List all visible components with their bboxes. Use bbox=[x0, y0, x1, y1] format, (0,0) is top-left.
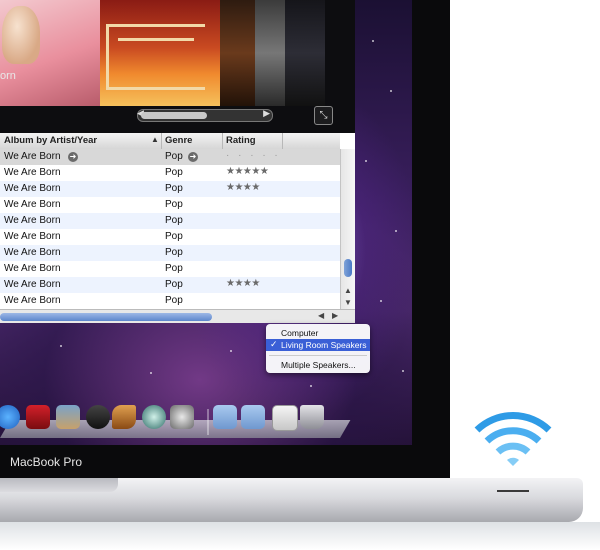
table-row[interactable]: We Are Born Pop bbox=[0, 229, 340, 245]
table-row[interactable]: We Are Born Pop bbox=[0, 293, 340, 309]
rating-cell[interactable]: ★★★★ bbox=[226, 278, 260, 289]
laptop-model-label: MacBook Pro bbox=[10, 455, 83, 469]
applications-folder-icon[interactable] bbox=[213, 405, 237, 429]
documents-folder-icon[interactable] bbox=[241, 405, 265, 429]
table-row[interactable]: We Are Born Pop bbox=[0, 245, 340, 261]
laptop-hinge bbox=[0, 478, 118, 492]
table-row[interactable]: We Are Born Pop ★★★★ bbox=[0, 277, 340, 293]
scroll-left-arrow-icon[interactable]: ◀ bbox=[318, 311, 324, 320]
genre-cell: Pop bbox=[165, 183, 183, 194]
fullscreen-icon: ⤡ bbox=[319, 110, 328, 121]
table-row[interactable]: We Are Born Pop ★★★★★ bbox=[0, 165, 340, 181]
scroll-up-arrow-icon[interactable]: ▲ bbox=[344, 286, 352, 295]
song-list-header: Album by Artist/Year ▲ Genre Rating bbox=[0, 133, 340, 150]
table-row[interactable]: We Are Born Pop ★★★★ bbox=[0, 181, 340, 197]
menu-separator bbox=[269, 355, 367, 356]
system-preferences-icon[interactable] bbox=[170, 405, 194, 429]
laptop-shadow bbox=[0, 522, 600, 550]
album-cell: We Are Born bbox=[4, 231, 61, 242]
scroll-down-arrow-icon[interactable]: ▼ bbox=[344, 298, 352, 307]
horizontal-scroll-thumb[interactable] bbox=[0, 313, 212, 321]
rating-cell[interactable]: ★★★★★ bbox=[226, 166, 269, 177]
genre-cell: Pop bbox=[165, 279, 183, 290]
genre-cell: Pop bbox=[165, 263, 183, 274]
time-machine-icon[interactable] bbox=[142, 405, 166, 429]
sort-ascending-icon: ▲ bbox=[151, 135, 159, 144]
scroll-right-arrow-icon[interactable]: ▶ bbox=[332, 311, 338, 320]
screen: orn ◀ ▶ ⤡ Album by Artist/Year ▲ Genre R… bbox=[0, 0, 412, 445]
table-row[interactable]: We Are Born Pop bbox=[0, 213, 340, 229]
genre-cell: Pop bbox=[165, 231, 183, 242]
column-header-album[interactable]: Album by Artist/Year bbox=[4, 135, 97, 146]
horizontal-scrollbar[interactable]: ◀ ▶ bbox=[0, 309, 355, 323]
album-cover[interactable] bbox=[100, 0, 220, 106]
iphoto-icon[interactable] bbox=[56, 405, 80, 429]
album-cover[interactable] bbox=[220, 0, 255, 106]
album-cell: We Are Born bbox=[4, 199, 61, 210]
genre-cell: Pop bbox=[165, 167, 183, 178]
album-cell: We Are Born bbox=[4, 167, 61, 178]
genre-cell: Pop bbox=[165, 295, 183, 306]
menu-item-living-room-speakers[interactable]: ✓ Living Room Speakers bbox=[266, 339, 370, 351]
column-header-genre[interactable]: Genre bbox=[165, 135, 192, 146]
cover-flow[interactable]: orn ◀ ▶ ⤡ bbox=[0, 0, 355, 133]
go-to-genre-arrow-icon[interactable]: ➜ bbox=[188, 152, 198, 162]
photo-booth-icon[interactable] bbox=[26, 405, 50, 429]
menu-item-multiple-speakers[interactable]: Multiple Speakers... bbox=[266, 359, 370, 371]
cover-flow-caption: orn bbox=[0, 70, 16, 82]
genre-cell: Pop bbox=[165, 151, 183, 162]
table-row[interactable]: We Are Born Pop bbox=[0, 197, 340, 213]
sleep-indicator-light bbox=[497, 490, 529, 492]
album-cell: We Are Born bbox=[4, 263, 61, 274]
scroll-right-arrow-icon[interactable]: ▶ bbox=[263, 108, 270, 119]
cover-flow-scrollbar[interactable]: ◀ ▶ bbox=[137, 108, 273, 122]
column-header-rating[interactable]: Rating bbox=[226, 135, 256, 146]
vertical-scrollbar[interactable]: ▲ ▼ bbox=[340, 149, 355, 309]
song-list: Album by Artist/Year ▲ Genre Rating We A… bbox=[0, 133, 355, 323]
airplay-speaker-menu: Computer ✓ Living Room Speakers Multiple… bbox=[266, 324, 370, 373]
rating-cell[interactable]: ★★★★ bbox=[226, 182, 260, 193]
table-row[interactable]: We Are Born Pop bbox=[0, 261, 340, 277]
menu-item-computer[interactable]: Computer bbox=[266, 327, 370, 339]
album-cover[interactable] bbox=[255, 0, 285, 106]
album-cell: We Are Born bbox=[4, 215, 61, 226]
imovie-icon[interactable] bbox=[86, 405, 110, 429]
album-cell: We Are Born bbox=[4, 151, 61, 162]
fullscreen-button[interactable]: ⤡ bbox=[314, 106, 333, 125]
cover-flow-scroll-thumb[interactable] bbox=[141, 112, 207, 119]
wifi-icon bbox=[474, 412, 552, 466]
table-row[interactable]: We Are Born Pop · · · · · ➜ ➜ bbox=[0, 149, 340, 165]
trash-icon[interactable] bbox=[300, 405, 324, 429]
album-cover[interactable] bbox=[0, 0, 100, 106]
album-cell: We Are Born bbox=[4, 279, 61, 290]
album-cover[interactable] bbox=[285, 0, 325, 106]
go-to-album-arrow-icon[interactable]: ➜ bbox=[68, 152, 78, 162]
rating-cell[interactable]: · · · · · bbox=[226, 150, 281, 161]
checkmark-icon: ✓ bbox=[270, 339, 278, 349]
vertical-scroll-thumb[interactable] bbox=[344, 259, 352, 277]
album-cell: We Are Born bbox=[4, 247, 61, 258]
genre-cell: Pop bbox=[165, 247, 183, 258]
garageband-icon[interactable] bbox=[112, 405, 136, 429]
downloads-stack-icon[interactable] bbox=[272, 405, 298, 431]
genre-cell: Pop bbox=[165, 199, 183, 210]
album-cell: We Are Born bbox=[4, 295, 61, 306]
dock-separator bbox=[207, 409, 209, 435]
album-cell: We Are Born bbox=[4, 183, 61, 194]
genre-cell: Pop bbox=[165, 215, 183, 226]
